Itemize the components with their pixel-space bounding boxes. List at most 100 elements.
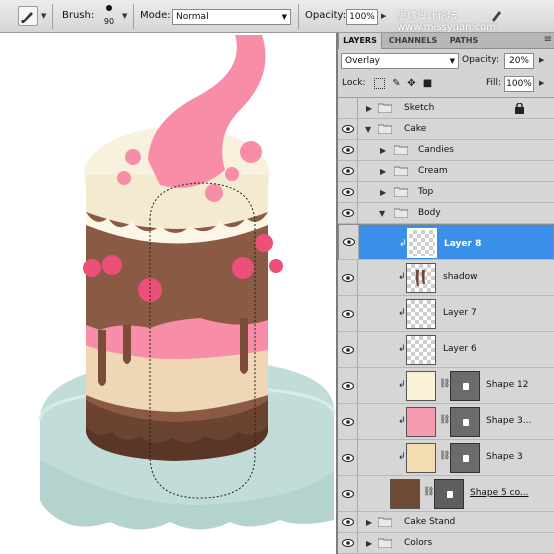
brush-caret-icon[interactable]: ▼ [122, 12, 127, 20]
layer-row-candies[interactable]: ▶ Candies [338, 140, 554, 161]
mode-select[interactable]: Normal ▼ [172, 9, 291, 25]
clipping-arrow-icon: ↲ [399, 239, 407, 249]
layer-name: Cake [404, 124, 427, 134]
opacity-input[interactable]: 100% [346, 9, 378, 25]
eye-icon [342, 453, 354, 462]
panel-tabs: LAYERS CHANNELS PATHS ≡ [338, 33, 554, 49]
visibility-toggle[interactable] [338, 512, 358, 532]
options-bar: ▼ Brush: 90 ▼ Mode: Normal ▼ Opacity: 10… [0, 0, 554, 33]
panel-menu-icon[interactable]: ≡ [544, 34, 552, 45]
visibility-toggle[interactable] [338, 440, 358, 475]
visibility-toggle[interactable] [338, 332, 358, 367]
expand-triangle-icon[interactable]: ▶ [380, 188, 386, 197]
layer-row-shape-5-copy[interactable]: ⛓ Shape 5 co... [338, 476, 554, 512]
lock-position-icon[interactable]: ✥ [406, 78, 417, 89]
link-icon[interactable]: ⛓ [423, 487, 434, 497]
layer-row-top[interactable]: ▶ Top [338, 182, 554, 203]
vector-mask-thumbnail [450, 371, 480, 401]
visibility-toggle[interactable] [338, 476, 358, 511]
expand-triangle-icon[interactable]: ▶ [366, 104, 372, 113]
lock-transparent-icon[interactable] [374, 78, 385, 89]
opacity-slider-icon[interactable]: ▶ [539, 56, 544, 64]
eye-icon [342, 309, 354, 318]
layer-row-cream[interactable]: ▶ Cream [338, 161, 554, 182]
eye-icon [342, 381, 354, 390]
separator [298, 4, 299, 29]
layer-row-body[interactable]: ▼ Body [338, 203, 554, 224]
visibility-toggle[interactable] [338, 119, 358, 139]
layer-row-layer-6[interactable]: ↲ Layer 6 [338, 332, 554, 368]
layer-row-shape-12[interactable]: ↲ ⛓ Shape 12 [338, 368, 554, 404]
visibility-toggle[interactable] [338, 404, 358, 439]
cake-artwork [38, 35, 336, 530]
folder-icon [378, 124, 392, 134]
vector-mask-thumbnail [434, 479, 464, 509]
tab-paths[interactable]: PATHS [444, 33, 484, 49]
collapse-triangle-icon[interactable]: ▼ [379, 209, 385, 218]
layer-name: Cake Stand [404, 517, 456, 527]
brush-tool-preset-button[interactable] [18, 6, 38, 26]
folder-icon [394, 187, 408, 197]
airbrush-icon[interactable] [487, 7, 505, 25]
layer-row-shape-3[interactable]: ↲ ⛓ Shape 3 [338, 440, 554, 476]
layer-row-colors[interactable]: ▶ Colors [338, 533, 554, 554]
link-icon[interactable]: ⛓ [439, 379, 450, 389]
lock-all-icon[interactable]: ■ [422, 78, 433, 89]
chevron-down-icon: ▼ [281, 13, 287, 21]
layer-name: Shape 5 co... [470, 488, 529, 498]
tab-channels[interactable]: CHANNELS [384, 33, 442, 49]
brush-label: Brush: [62, 10, 95, 21]
tool-preset-caret-icon[interactable]: ▼ [41, 12, 46, 20]
layer-row-cake[interactable]: ▼ Cake [338, 119, 554, 140]
fill-thumbnail [390, 479, 420, 509]
layer-thumbnail [407, 228, 437, 258]
eye-icon [342, 273, 354, 282]
visibility-toggle[interactable] [338, 368, 358, 403]
link-icon[interactable]: ⛓ [439, 451, 450, 461]
eye-icon [343, 238, 355, 246]
layer-row-sketch[interactable]: ▶ Sketch [338, 98, 554, 119]
tab-layers[interactable]: LAYERS [338, 33, 382, 49]
eye-icon [342, 167, 354, 175]
fill-label: Fill: [486, 78, 502, 88]
visibility-toggle[interactable] [338, 161, 358, 181]
clipping-arrow-icon: ↲ [398, 308, 406, 318]
visibility-toggle[interactable] [338, 203, 358, 223]
layer-opacity-input[interactable]: 20% [504, 53, 534, 69]
expand-triangle-icon[interactable]: ▶ [366, 518, 372, 527]
blend-mode-select[interactable]: Overlay ▼ [341, 53, 459, 69]
fill-thumbnail [406, 371, 436, 401]
eye-icon [342, 417, 354, 426]
eye-icon [342, 209, 354, 217]
layer-row-cake-stand[interactable]: ▶ Cake Stand [338, 512, 554, 533]
visibility-toggle[interactable] [338, 98, 358, 118]
layer-name: Cream [418, 166, 448, 176]
layer-row-layer-8[interactable]: ↲ Layer 8 [338, 224, 554, 260]
collapse-triangle-icon[interactable]: ▼ [365, 125, 371, 134]
visibility-toggle[interactable] [338, 140, 358, 160]
brush-picker[interactable]: 90 [98, 3, 120, 29]
visibility-toggle[interactable] [339, 225, 359, 259]
lock-image-icon[interactable]: ✎ [391, 78, 402, 89]
document-canvas[interactable] [0, 33, 336, 554]
layer-row-shape-3-copy[interactable]: ↲ ⛓ Shape 3... [338, 404, 554, 440]
visibility-toggle[interactable] [338, 260, 358, 295]
layer-thumbnail [406, 299, 436, 329]
expand-triangle-icon[interactable]: ▶ [380, 146, 386, 155]
visibility-toggle[interactable] [338, 296, 358, 331]
layer-row-layer-7[interactable]: ↲ Layer 7 [338, 296, 554, 332]
fill-input[interactable]: 100% [504, 76, 534, 92]
expand-triangle-icon[interactable]: ▶ [366, 539, 372, 548]
layer-row-shadow[interactable]: ↲ shadow [338, 260, 554, 296]
expand-triangle-icon[interactable]: ▶ [380, 167, 386, 176]
brush-icon [21, 12, 33, 24]
opacity-slider-icon[interactable]: ▶ [381, 12, 386, 20]
layer-name: Shape 3 [486, 452, 523, 462]
visibility-toggle[interactable] [338, 533, 358, 553]
visibility-toggle[interactable] [338, 182, 358, 202]
clipping-arrow-icon: ↲ [398, 344, 406, 354]
clipping-arrow-icon: ↲ [398, 416, 406, 426]
link-icon[interactable]: ⛓ [439, 415, 450, 425]
fill-slider-icon[interactable]: ▶ [539, 79, 544, 87]
watermark: 思缘设计论坛 www.missyuan.com [397, 11, 496, 33]
